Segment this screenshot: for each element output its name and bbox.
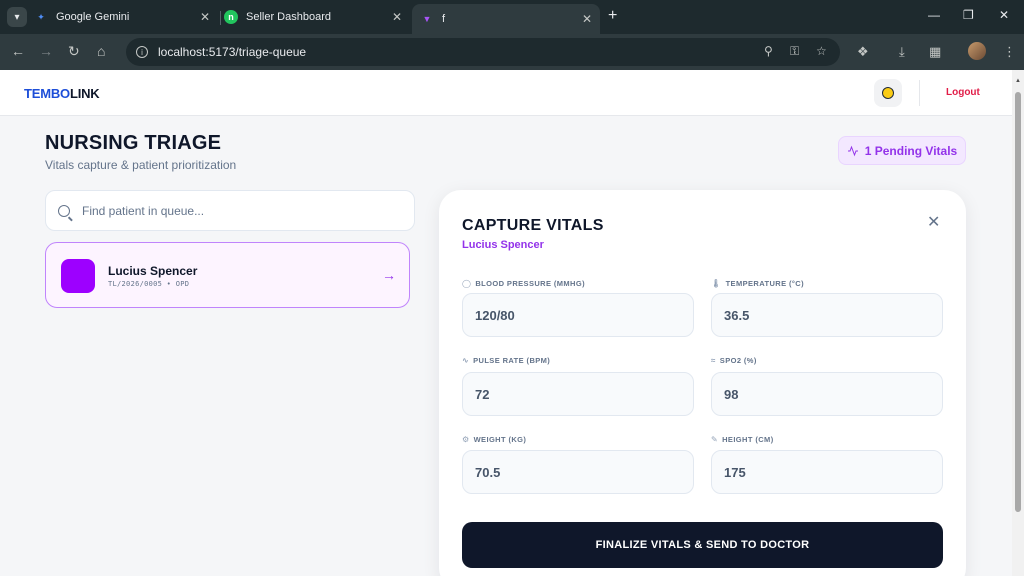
blood-pressure-label: ◯ BLOOD PRESSURE (MMHG) bbox=[462, 279, 585, 288]
vitals-title: CAPTURE VITALS bbox=[462, 217, 604, 234]
window-close-icon[interactable]: ✕ bbox=[999, 8, 1009, 22]
patient-search[interactable] bbox=[45, 190, 415, 231]
page-title: NURSING TRIAGE bbox=[45, 132, 222, 154]
weight-label: ⚙ WEIGHT (KG) bbox=[462, 435, 526, 444]
pending-vitals-label: 1 Pending Vitals bbox=[864, 143, 958, 158]
app-header: TEMBOLINK Logout bbox=[0, 70, 1012, 116]
back-icon[interactable]: ← bbox=[11, 43, 25, 59]
browser-tab-gemini[interactable]: ✦ Google Gemini ✕ bbox=[34, 4, 218, 30]
profile-avatar[interactable] bbox=[968, 42, 986, 60]
restore-icon[interactable]: ❐ bbox=[963, 8, 974, 22]
queue-patient-card[interactable]: Lucius Spencer TL/2026/0005 • OPD → bbox=[45, 242, 410, 308]
browser-tab-bar: ▾ ✦ Google Gemini ✕ n Seller Dashboard ✕… bbox=[0, 0, 1024, 34]
pulse-icon: ∿ bbox=[462, 356, 470, 365]
field-label-text: HEIGHT (CM) bbox=[722, 435, 774, 444]
field-label-text: SPO2 (%) bbox=[719, 356, 757, 365]
tab-label: Seller Dashboard bbox=[246, 11, 331, 23]
temperature-label: 🌡 TEMPERATURE (°C) bbox=[711, 279, 804, 288]
pulse-rate-input[interactable]: 72 bbox=[462, 372, 694, 416]
pending-vitals-badge[interactable]: 1 Pending Vitals bbox=[838, 136, 966, 165]
minimize-icon[interactable]: — bbox=[928, 8, 940, 22]
gauge-icon: ◯ bbox=[462, 279, 472, 288]
field-label-text: BLOOD PRESSURE (MMHG) bbox=[475, 279, 586, 288]
close-tab-icon[interactable]: ✕ bbox=[392, 10, 402, 24]
thermometer-icon: 🌡 bbox=[711, 279, 722, 288]
vitals-patient-name: Lucius Spencer bbox=[462, 239, 544, 251]
tab-label: f bbox=[442, 13, 446, 25]
field-label-text: WEIGHT (KG) bbox=[473, 435, 527, 444]
page-scrollbar[interactable]: ▲ bbox=[1012, 70, 1024, 576]
spo2-label: ≈ SPO2 (%) bbox=[711, 356, 757, 365]
new-tab-icon[interactable]: + bbox=[608, 7, 617, 25]
patient-meta: TL/2026/0005 • OPD bbox=[108, 280, 190, 288]
height-label: ✎ HEIGHT (CM) bbox=[711, 435, 774, 444]
app-viewport: TEMBOLINK Logout NURSING TRIAGE Vitals c… bbox=[0, 70, 1012, 576]
password-key-icon[interactable]: ⚿ bbox=[790, 44, 799, 59]
download-icon[interactable]: ⤓ bbox=[899, 44, 905, 60]
finalize-vitals-button[interactable]: FINALIZE VITALS & SEND TO DOCTOR bbox=[462, 522, 943, 568]
ruler-icon: ✎ bbox=[711, 435, 719, 444]
theme-toggle-button[interactable] bbox=[874, 79, 902, 107]
page-subtitle: Vitals capture & patient prioritization bbox=[45, 158, 237, 172]
seller-dashboard-icon: n bbox=[224, 10, 238, 24]
tab-divider bbox=[220, 11, 221, 25]
search-icon bbox=[58, 204, 70, 217]
browser-tab-seller-dashboard[interactable]: n Seller Dashboard ✕ bbox=[224, 4, 410, 30]
tab-search-button[interactable]: ▾ bbox=[7, 7, 27, 27]
field-label-text: PULSE RATE (BPM) bbox=[473, 356, 551, 365]
scale-icon: ⚙ bbox=[462, 435, 470, 444]
patient-avatar bbox=[61, 259, 95, 293]
tab-label: Google Gemini bbox=[56, 11, 130, 23]
home-icon[interactable]: ⌂ bbox=[97, 43, 105, 59]
pulse-rate-label: ∿ PULSE RATE (BPM) bbox=[462, 356, 550, 365]
reload-icon[interactable]: ↻ bbox=[68, 43, 80, 60]
address-bar[interactable]: i localhost:5173/triage-queue ⚲ ⚿ ☆ bbox=[126, 38, 840, 66]
search-input[interactable] bbox=[82, 203, 382, 218]
bookmark-star-icon[interactable]: ☆ bbox=[816, 44, 827, 58]
activity-icon bbox=[847, 145, 858, 156]
scroll-up-icon[interactable]: ▲ bbox=[1015, 78, 1021, 84]
logout-button[interactable]: Logout bbox=[946, 87, 980, 98]
forward-icon[interactable]: → bbox=[39, 43, 53, 59]
extensions-icon[interactable]: ❖ bbox=[857, 44, 869, 60]
zoom-icon[interactable]: ⚲ bbox=[764, 44, 773, 58]
gemini-icon: ✦ bbox=[37, 11, 45, 22]
blood-pressure-input[interactable]: 120/80 bbox=[462, 293, 694, 337]
field-label-text: TEMPERATURE (°C) bbox=[725, 279, 804, 288]
menu-kebab-icon[interactable]: ⋮ bbox=[1003, 44, 1016, 60]
scrollbar-thumb[interactable] bbox=[1015, 92, 1021, 512]
header-divider bbox=[919, 80, 920, 106]
url-text: localhost:5173/triage-queue bbox=[158, 45, 307, 59]
height-input[interactable]: 175 bbox=[711, 450, 943, 494]
site-info-icon[interactable]: i bbox=[136, 46, 148, 58]
sun-icon bbox=[882, 87, 894, 99]
vite-icon: ▼ bbox=[422, 14, 432, 24]
close-icon[interactable]: ✕ bbox=[927, 212, 940, 232]
browser-tab-active[interactable]: ▼ f ✕ bbox=[412, 4, 600, 34]
arrow-right-icon[interactable]: → bbox=[382, 267, 396, 283]
weight-input[interactable]: 70.5 bbox=[462, 450, 694, 494]
logo-part-1: TEMBO bbox=[24, 86, 70, 101]
temperature-input[interactable]: 36.5 bbox=[711, 293, 943, 337]
side-panel-icon[interactable]: ▦ bbox=[929, 44, 941, 60]
app-logo[interactable]: TEMBOLINK bbox=[24, 86, 100, 101]
close-tab-icon[interactable]: ✕ bbox=[200, 10, 210, 24]
close-tab-icon[interactable]: ✕ bbox=[582, 12, 592, 26]
patient-name: Lucius Spencer bbox=[108, 264, 198, 278]
logo-part-2: LINK bbox=[69, 86, 100, 101]
wind-icon: ≈ bbox=[711, 356, 716, 365]
spo2-input[interactable]: 98 bbox=[711, 372, 943, 416]
browser-toolbar: ← → ↻ ⌂ i localhost:5173/triage-queue ⚲ … bbox=[0, 34, 1024, 70]
capture-vitals-panel: CAPTURE VITALS Lucius Spencer ✕ ◯ BLOOD … bbox=[439, 190, 966, 576]
